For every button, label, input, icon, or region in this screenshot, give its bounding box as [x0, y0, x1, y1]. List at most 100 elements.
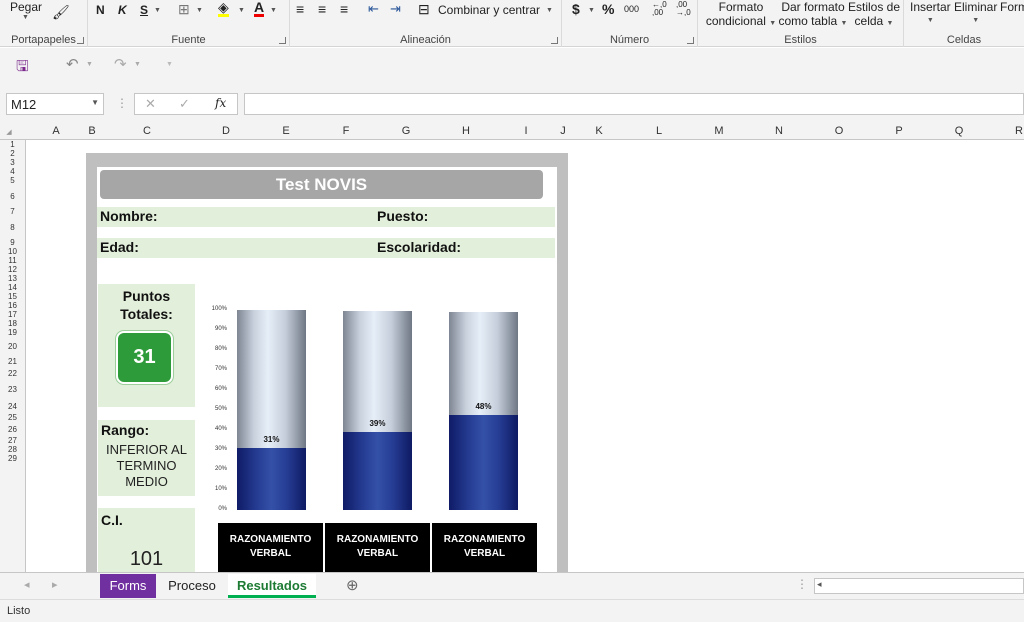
- dialog-launcher-icon[interactable]: [279, 37, 286, 44]
- font-color-button[interactable]: A: [254, 0, 265, 17]
- align-left-icon[interactable]: ≡: [296, 1, 304, 17]
- cancel-icon[interactable]: ✕: [145, 96, 156, 112]
- insert-button[interactable]: Insertar ▼: [910, 0, 951, 28]
- conditional-format-button[interactable]: Formato condicional ▼: [704, 0, 778, 31]
- bold-button[interactable]: N: [96, 3, 105, 17]
- row-header[interactable]: 1: [0, 140, 25, 149]
- horizontal-scrollbar[interactable]: ◂: [814, 578, 1024, 594]
- row-header[interactable]: 26: [0, 425, 25, 434]
- merge-dropdown-icon[interactable]: ▼: [546, 7, 553, 14]
- redo-dropdown-icon[interactable]: ▼: [134, 61, 141, 68]
- more-options-icon[interactable]: ⋮: [116, 96, 128, 110]
- underline-dropdown-icon[interactable]: ▼: [154, 7, 161, 14]
- row-header[interactable]: 24: [0, 402, 25, 411]
- enter-icon[interactable]: ✓: [179, 96, 190, 112]
- tab-forms[interactable]: Forms: [100, 574, 156, 598]
- formula-input[interactable]: [244, 93, 1024, 115]
- worksheet[interactable]: Test NOVIS Nombre: Puesto: Edad: Escolar…: [26, 140, 1024, 572]
- decrease-indent-icon[interactable]: ⇤: [368, 1, 379, 17]
- column-header[interactable]: F: [316, 125, 376, 137]
- column-header[interactable]: O: [809, 125, 869, 137]
- column-header[interactable]: I: [496, 125, 556, 137]
- column-header[interactable]: C: [99, 125, 195, 137]
- row-header[interactable]: 4: [0, 167, 25, 176]
- row-header[interactable]: 5: [0, 176, 25, 185]
- scroll-left-icon[interactable]: ◂: [817, 579, 822, 590]
- tab-scroll-left-icon[interactable]: ◂: [24, 578, 30, 591]
- row-header[interactable]: 13: [0, 274, 25, 283]
- decrease-decimal-button[interactable]: ,00 →,0: [676, 1, 691, 17]
- underline-button[interactable]: S: [140, 3, 148, 17]
- fill-color-dropdown-icon[interactable]: ▼: [238, 7, 245, 14]
- row-header[interactable]: 3: [0, 158, 25, 167]
- row-header[interactable]: 12: [0, 265, 25, 274]
- column-header[interactable]: A: [27, 125, 85, 137]
- row-header[interactable]: 6: [0, 192, 25, 201]
- row-header[interactable]: 29: [0, 454, 25, 463]
- row-header[interactable]: 7: [0, 207, 25, 216]
- row-header[interactable]: 8: [0, 223, 25, 232]
- align-center-icon[interactable]: ≡: [318, 1, 326, 17]
- borders-icon[interactable]: ⊞: [178, 1, 190, 18]
- column-header[interactable]: L: [629, 125, 689, 137]
- row-header[interactable]: 28: [0, 445, 25, 454]
- format-button[interactable]: Form: [1000, 0, 1024, 14]
- currency-dropdown-icon[interactable]: ▼: [588, 7, 595, 14]
- row-header[interactable]: 2: [0, 149, 25, 158]
- dialog-launcher-icon[interactable]: [687, 37, 694, 44]
- redo-icon[interactable]: ↷: [114, 55, 127, 73]
- format-painter-icon[interactable]: 🖌: [52, 4, 70, 21]
- paste-dropdown-icon[interactable]: ▼: [22, 14, 29, 21]
- select-all-icon[interactable]: ◢: [4, 128, 14, 136]
- column-header[interactable]: K: [569, 125, 629, 137]
- cell-styles-button[interactable]: Estilos de celda ▼: [848, 0, 900, 31]
- add-sheet-icon[interactable]: ⊕: [346, 576, 359, 594]
- dialog-launcher-icon[interactable]: [551, 37, 558, 44]
- column-header[interactable]: R: [989, 125, 1024, 137]
- chevron-down-icon[interactable]: ▼: [91, 98, 99, 107]
- row-header[interactable]: 10: [0, 247, 25, 256]
- delete-button[interactable]: Eliminar ▼: [954, 0, 997, 28]
- tab-proceso[interactable]: Proceso: [160, 574, 224, 598]
- merge-center-icon[interactable]: ⊟: [418, 1, 430, 18]
- percent-button[interactable]: %: [602, 1, 614, 17]
- row-header[interactable]: 22: [0, 369, 25, 378]
- column-header[interactable]: E: [256, 125, 316, 137]
- row-header[interactable]: 21: [0, 357, 25, 366]
- currency-button[interactable]: $: [572, 1, 580, 17]
- row-header[interactable]: 20: [0, 342, 25, 351]
- increase-indent-icon[interactable]: ⇥: [390, 1, 401, 17]
- row-header[interactable]: 17: [0, 310, 25, 319]
- column-header[interactable]: D: [196, 125, 256, 137]
- row-header[interactable]: 27: [0, 436, 25, 445]
- undo-icon[interactable]: ↶: [66, 55, 79, 73]
- column-header[interactable]: J: [557, 125, 569, 137]
- align-right-icon[interactable]: ≡: [340, 1, 348, 17]
- dialog-launcher-icon[interactable]: [77, 37, 84, 44]
- font-color-dropdown-icon[interactable]: ▼: [270, 7, 277, 14]
- customize-qat-icon[interactable]: ▼: [166, 61, 173, 68]
- row-header[interactable]: 9: [0, 238, 25, 247]
- table-format-button[interactable]: Dar formato como tabla ▼: [778, 0, 848, 31]
- undo-dropdown-icon[interactable]: ▼: [86, 61, 93, 68]
- insert-function-icon[interactable]: fx: [215, 96, 226, 110]
- borders-dropdown-icon[interactable]: ▼: [196, 7, 203, 14]
- row-header[interactable]: 11: [0, 256, 25, 265]
- column-header[interactable]: Q: [929, 125, 989, 137]
- paste-button[interactable]: Pegar: [10, 0, 42, 14]
- column-header[interactable]: G: [376, 125, 436, 137]
- tab-scroll-right-icon[interactable]: ▸: [52, 578, 58, 591]
- increase-decimal-button[interactable]: ←,0 ,00: [652, 1, 667, 17]
- tab-resultados[interactable]: Resultados: [228, 574, 316, 598]
- tab-split-handle-icon[interactable]: ⋮: [796, 577, 808, 591]
- row-header[interactable]: 23: [0, 385, 25, 394]
- column-header[interactable]: N: [749, 125, 809, 137]
- save-icon[interactable]: 🖫: [16, 56, 29, 81]
- row-header[interactable]: 16: [0, 301, 25, 310]
- column-header[interactable]: B: [86, 125, 98, 137]
- column-header[interactable]: M: [689, 125, 749, 137]
- row-header[interactable]: 14: [0, 283, 25, 292]
- row-header[interactable]: 25: [0, 413, 25, 422]
- row-header[interactable]: 15: [0, 292, 25, 301]
- fill-color-icon[interactable]: ◈: [218, 0, 229, 17]
